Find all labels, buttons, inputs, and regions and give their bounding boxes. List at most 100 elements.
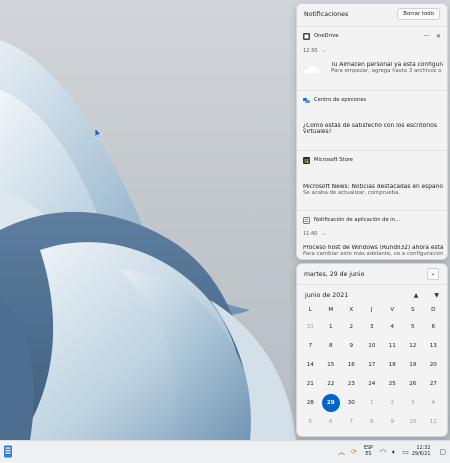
calendar-day-number: 2 — [390, 400, 395, 406]
chevron-down-icon[interactable]: ⌵ — [322, 48, 326, 54]
calendar-day[interactable]: 2 — [341, 318, 362, 337]
calendar-day[interactable]: 30 — [341, 394, 362, 413]
collapse-calendar-button[interactable]: ⌄ — [427, 268, 439, 280]
notification-app-name: Microsoft Store — [314, 157, 353, 163]
calendar-day-number: 10 — [368, 343, 376, 349]
feedback-hub-app-icon — [303, 97, 310, 103]
calendar-day[interactable]: 27 — [423, 375, 444, 394]
notification-windows-host-process[interactable]: Notificación de aplicación de in... 11:4… — [297, 210, 447, 259]
calendar-date-header: martes, 29 de junio — [304, 270, 365, 278]
calendar-day[interactable]: 1 — [321, 318, 342, 337]
calendar-day[interactable]: 22 — [321, 375, 342, 394]
calendar-day-number: 27 — [429, 381, 437, 387]
calendar-day[interactable]: 18 — [382, 356, 403, 375]
calendar-day[interactable]: 4 — [382, 318, 403, 337]
calendar-day[interactable]: 24 — [362, 375, 383, 394]
calendar-day[interactable]: 5 — [300, 413, 321, 432]
calendar-day[interactable]: 9 — [341, 337, 362, 356]
calendar-day-number: 23 — [347, 381, 355, 387]
calendar-day[interactable]: 16 — [341, 356, 362, 375]
calendar-day[interactable]: 28 — [300, 394, 321, 413]
calendar-day-today[interactable]: 29 — [321, 394, 342, 413]
calendar-day[interactable]: 7 — [300, 337, 321, 356]
input-language-indicator[interactable]: ESP ES — [364, 446, 373, 458]
calendar-week-row: 14 15 16 17 18 19 20 — [297, 356, 447, 375]
calendar-flyout: martes, 29 de junio ⌄ junio de 2021 ▲ ▼ … — [296, 263, 448, 437]
calendar-day[interactable]: 7 — [341, 413, 362, 432]
calendar-day[interactable]: 3 — [403, 394, 424, 413]
calendar-day-number: 4 — [390, 324, 395, 330]
taskbar-clock[interactable]: 12:32 29/6/21 — [412, 446, 431, 459]
calendar-day-number: 31 — [306, 324, 314, 330]
calendar-day-number: 20 — [429, 362, 437, 368]
volume-icon[interactable]: 🔈︎ — [392, 448, 396, 457]
calendar-day-number: 6 — [328, 419, 333, 425]
calendar-day[interactable]: 10 — [362, 337, 383, 356]
calendar-day[interactable]: 6 — [423, 318, 444, 337]
calendar-day-number: 1 — [369, 400, 374, 406]
notification-onedrive[interactable]: OneDrive ··· ✕ 12:30 ⌵ Tu Almacén person… — [297, 26, 447, 87]
calendar-day-number: 10 — [409, 419, 417, 425]
previous-month-icon[interactable]: ▲ — [414, 292, 419, 299]
calendar-day[interactable]: 10 — [403, 413, 424, 432]
calendar-day-number: 28 — [306, 400, 314, 406]
calendar-day[interactable]: 25 — [382, 375, 403, 394]
calendar-day[interactable]: 8 — [321, 337, 342, 356]
wifi-icon[interactable]: ◠ — [380, 448, 386, 456]
calendar-day[interactable]: 23 — [341, 375, 362, 394]
calendar-day[interactable]: 19 — [403, 356, 424, 375]
notifications-icon[interactable]: ▢ — [439, 448, 446, 456]
calendar-day-number: 7 — [349, 419, 354, 425]
calendar-day[interactable]: 2 — [382, 394, 403, 413]
calendar-day-number: 3 — [410, 400, 415, 406]
calendar-day-number: 2 — [349, 324, 354, 330]
calendar-day[interactable]: 14 — [300, 356, 321, 375]
calendar-day[interactable]: 26 — [403, 375, 424, 394]
calendar-day[interactable]: 31 — [300, 318, 321, 337]
calendar-day[interactable]: 17 — [362, 356, 383, 375]
notification-feedback-hub[interactable]: Centro de opiniones ¿Cómo estás de satis… — [297, 90, 447, 147]
calendar-day-number: 24 — [368, 381, 376, 387]
sync-icon[interactable]: ⟳ — [351, 448, 357, 456]
weekday-label: J — [370, 307, 373, 313]
notification-body: Para cambiar esto más adelante, ve a con… — [303, 251, 443, 257]
microsoft-store-app-icon — [303, 156, 310, 164]
cloud-icon — [303, 65, 320, 75]
calendar-day[interactable]: 12 — [403, 337, 424, 356]
battery-icon[interactable]: ▭ — [402, 448, 409, 456]
clear-all-button[interactable]: Borrar todo — [397, 8, 440, 20]
weekday-label: V — [390, 307, 395, 313]
calendar-day[interactable]: 4 — [423, 394, 444, 413]
calendar-day[interactable]: 3 — [362, 318, 383, 337]
weekday-label: M — [328, 307, 334, 313]
chevron-down-icon[interactable]: ⌵ — [322, 231, 326, 237]
calendar-day[interactable]: 11 — [382, 337, 403, 356]
calendar-day[interactable]: 6 — [321, 413, 342, 432]
notification-body: Para empezar, agrega hasta 3 archivos o — [331, 68, 442, 74]
calendar-week-row: 7 8 9 10 11 12 13 — [297, 337, 447, 356]
calendar-day[interactable]: 1 — [362, 394, 383, 413]
calendar-day-number: 7 — [308, 343, 313, 349]
calendar-day[interactable]: 21 — [300, 375, 321, 394]
calendar-day-number: 9 — [390, 419, 395, 425]
taskbar-app-icon[interactable] — [3, 445, 13, 458]
calendar-day-number: 5 — [308, 419, 313, 425]
more-options-icon[interactable]: ··· — [423, 32, 430, 40]
notification-time: 11:40 — [303, 231, 318, 237]
next-month-icon[interactable]: ▼ — [434, 292, 439, 299]
calendar-day[interactable]: 11 — [423, 413, 444, 432]
calendar-day[interactable]: 9 — [382, 413, 403, 432]
close-icon[interactable]: ✕ — [436, 33, 441, 40]
calendar-day[interactable]: 8 — [362, 413, 383, 432]
calendar-day[interactable]: 15 — [321, 356, 342, 375]
calendar-week-row: 31 1 2 3 4 5 6 — [297, 318, 447, 337]
calendar-day[interactable]: 5 — [403, 318, 424, 337]
notification-microsoft-store[interactable]: Microsoft Store Microsoft News: Noticias… — [297, 150, 447, 207]
calendar-day-number: 8 — [328, 343, 333, 349]
chevron-up-icon[interactable]: ︿ — [338, 447, 345, 457]
calendar-day[interactable]: 20 — [423, 356, 444, 375]
calendar-month-label[interactable]: junio de 2021 — [305, 292, 348, 299]
clock-date: 29/6/21 — [411, 452, 431, 457]
calendar-day-number: 26 — [409, 381, 417, 387]
calendar-day[interactable]: 13 — [423, 337, 444, 356]
